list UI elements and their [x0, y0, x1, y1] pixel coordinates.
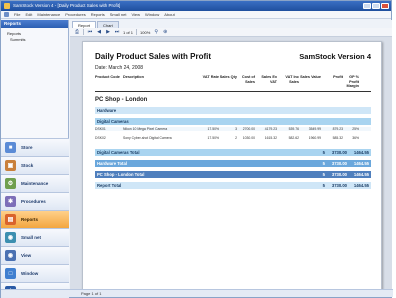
col-profit: Profit [333, 75, 343, 79]
menu-reports[interactable]: Reports [91, 12, 105, 17]
nav-label: View [21, 253, 32, 258]
menu-procedures[interactable]: Procedures [65, 12, 85, 17]
toolbar-separator [136, 29, 138, 35]
nav-smallnet[interactable]: ◉ Small net [1, 228, 69, 246]
box-icon: ▣ [5, 160, 16, 171]
total-values: 5 3730.00 1464.55 [322, 149, 369, 155]
tree-item-summits[interactable]: Summits [7, 37, 68, 43]
col-sales-ex-vat: Sales Ex VAT [261, 75, 277, 84]
last-page-icon[interactable]: ⏭ [114, 29, 120, 35]
menu-maintenance[interactable]: Maintenance [37, 12, 60, 17]
col-qty: Sales Qty [219, 75, 237, 79]
report-viewport[interactable]: Daily Product Sales with Profit SamStock… [70, 37, 392, 290]
col-vat-inc: VAT Inc Sales [285, 75, 299, 84]
nav-store[interactable]: ■ Store [1, 138, 69, 156]
col-gp: GP % Profit Margin [346, 75, 359, 88]
app-menu-icon[interactable] [4, 12, 9, 17]
report-brand: SamStock Version 4 [299, 52, 371, 61]
window-icon: □ [5, 268, 16, 279]
nav-procedures[interactable]: ✱ Procedures [1, 192, 69, 210]
nav-view[interactable]: ◉ View [1, 246, 69, 264]
menu-window[interactable]: Window [145, 12, 159, 17]
tab-chart[interactable]: Chart [97, 21, 119, 28]
menu-view[interactable]: View [131, 12, 140, 17]
maximize-button[interactable] [372, 3, 380, 9]
report-area: Report Chart ⎙ ⏮ ◀ ▶ ⏭ 1 of 1 100% ⚲ ⊕ D… [70, 20, 392, 290]
prev-page-icon[interactable]: ◀ [96, 29, 102, 35]
group-digital-cameras: Digital Cameras [95, 117, 371, 125]
menu-file[interactable]: File [14, 12, 20, 17]
shop-heading: PC Shop - London [95, 96, 148, 103]
page-indicator: 1 of 1 [123, 29, 134, 35]
zoom-icon[interactable]: ⊕ [162, 29, 168, 35]
chart-icon: ▤ [5, 214, 16, 225]
col-cost: Cost of Sales [241, 75, 255, 84]
menu-bar: File Edit Maintenance Procedures Reports… [1, 11, 391, 19]
reports-tree: Reports Summits [1, 28, 68, 43]
nav-label: Store [21, 145, 33, 150]
nav-label: Window [21, 271, 39, 276]
nav-label: Small net [21, 235, 42, 240]
search-icon[interactable]: ⚲ [153, 29, 159, 35]
nav-label: Maintenance [21, 181, 49, 186]
col-code: Product Code [95, 75, 120, 79]
menu-edit[interactable]: Edit [25, 12, 32, 17]
store-icon: ■ [5, 142, 16, 153]
shop-total: PC Shop - London Total 5 3730.00 1464.55 [95, 170, 371, 178]
menu-about[interactable]: About [164, 12, 174, 17]
report-date: Date: March 24, 2008 [95, 65, 144, 71]
close-button[interactable] [381, 3, 389, 9]
nav-list: ■ Store ▣ Stock ⚙ Maintenance ✱ Procedur… [1, 138, 69, 298]
total-values: 5 3730.00 1464.55 [322, 171, 369, 177]
wrench-icon: ⚙ [5, 178, 16, 189]
group-hardware: Hardware [95, 106, 371, 114]
next-page-icon[interactable]: ▶ [105, 29, 111, 35]
window-controls [363, 3, 389, 9]
status-page: Page 1 of 1 [81, 291, 102, 296]
hardware-total: Hardware Total 5 3730.00 1464.55 [95, 159, 371, 167]
total-values: 5 3730.00 1464.55 [322, 160, 369, 166]
title-bar: SamStock Version 4 - [Daily Product Sale… [1, 1, 391, 11]
col-vat: VAT Rate [202, 75, 219, 79]
tab-strip: Report Chart [70, 20, 392, 28]
left-pane: Reports Reports Summits ■ Store ▣ Stock … [1, 20, 69, 298]
gears-icon: ✱ [5, 196, 16, 207]
network-icon: ◉ [5, 232, 16, 243]
digital-cameras-total: Digital Cameras Total 5 3730.00 1464.55 [95, 148, 371, 156]
tab-report[interactable]: Report [72, 21, 97, 28]
nav-reports[interactable]: ▤ Reports [1, 210, 69, 228]
report-toolbar: ⎙ ⏮ ◀ ▶ ⏭ 1 of 1 100% ⚲ ⊕ [70, 28, 392, 37]
column-headers: Product Code Description VAT Rate Sales … [95, 75, 371, 92]
toolbar-separator [83, 29, 84, 35]
app-icon [4, 3, 10, 9]
first-page-icon[interactable]: ⏮ [87, 29, 93, 35]
nav-label: Stock [21, 163, 34, 168]
report-title-row: Daily Product Sales with Profit SamStock… [95, 52, 371, 63]
table-row: DSK02 Sony Cyber-shot Digital Camera 17.… [95, 136, 359, 140]
eye-icon: ◉ [5, 250, 16, 261]
col-desc: Description [123, 75, 144, 79]
report-page: Daily Product Sales with Profit SamStock… [82, 41, 382, 290]
nav-label: Reports [21, 217, 39, 222]
report-total: Report Total 5 3730.00 1464.55 [95, 181, 371, 189]
report-title: Daily Product Sales with Profit [95, 52, 212, 61]
status-bar: Page 1 of 1 [1, 289, 393, 297]
total-values: 5 3730.00 1464.55 [322, 182, 369, 188]
nav-stock[interactable]: ▣ Stock [1, 156, 69, 174]
nav-maintenance[interactable]: ⚙ Maintenance [1, 174, 69, 192]
menu-smallnet[interactable]: Small net [110, 12, 127, 17]
zoom-level[interactable]: 100% [140, 30, 150, 35]
col-sales-value: Sales Value [300, 75, 321, 79]
app-window: SamStock Version 4 - [Daily Product Sale… [0, 0, 393, 298]
table-row: DSK01 Nikon 10 Mega Pixel Camera 17.50% … [95, 126, 371, 131]
minimize-button[interactable] [363, 3, 371, 9]
print-icon[interactable]: ⎙ [74, 29, 80, 35]
nav-label: Procedures [21, 199, 46, 204]
window-title: SamStock Version 4 - [Daily Product Sale… [13, 3, 121, 8]
nav-window[interactable]: □ Window [1, 264, 69, 282]
left-pane-header: Reports [1, 20, 68, 28]
